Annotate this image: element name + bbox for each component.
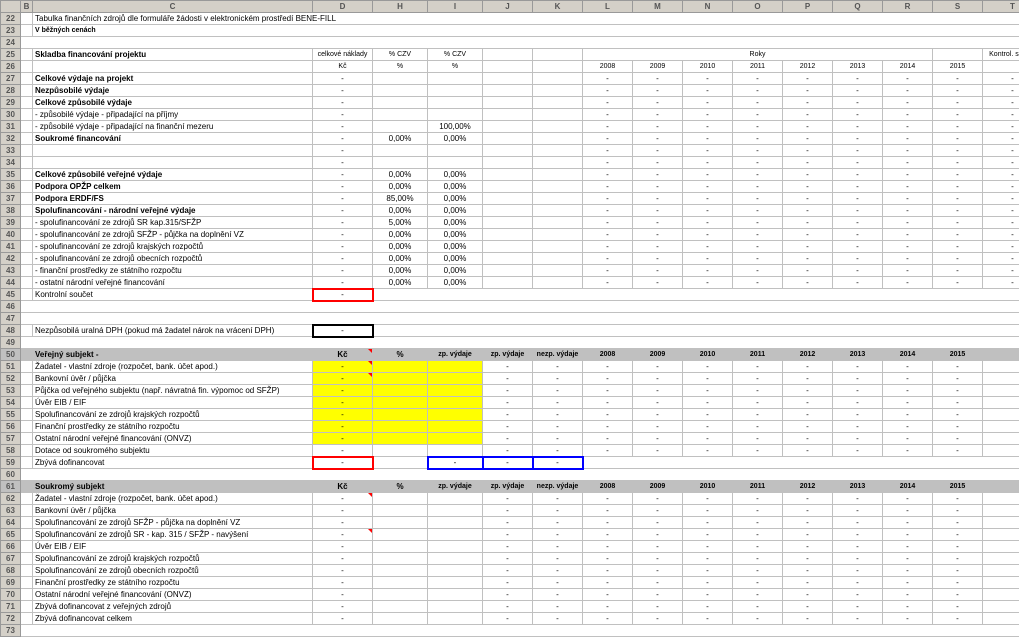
table-row[interactable]: 71Zbývá dofinancovat z veřejných zdrojů-… [1,601,1019,613]
table-row[interactable]: 34---------- [1,157,1019,169]
table-row[interactable]: 52Bankovní úvěr / půjčka----------- [1,373,1019,385]
table-row[interactable]: 58Dotace od soukromého subjektu---------… [1,445,1019,457]
table-row[interactable]: 30 - způsobilé výdaje - připadající na p… [1,109,1019,121]
spreadsheet-grid[interactable]: BCD HIJ KLM NOP QRS T 22 Tabulka finančn… [0,0,1019,637]
table-row[interactable]: 37Podpora ERDF/FS-85,00%0,00%--------- [1,193,1019,205]
table-row[interactable]: 38Spolufinancování - národní veřejné výd… [1,205,1019,217]
dph-cell[interactable]: - [313,325,373,337]
table-row[interactable]: 57Ostatní národní veřejné financování (O… [1,433,1019,445]
table-row[interactable]: 36Podpora OPŽP celkem-0,00%0,00%--------… [1,181,1019,193]
title-row[interactable]: 22 Tabulka finančních zdrojů dle formulá… [1,13,1019,25]
table-row[interactable]: 40 - spolufinancování ze zdrojů SFŽP - p… [1,229,1019,241]
table-row[interactable]: 70Ostatní národní veřejné financování (O… [1,589,1019,601]
kontrol-row[interactable]: 45 Kontrolní součet - [1,289,1019,301]
table-row[interactable]: 56Finanční prostředky ze státního rozpoč… [1,421,1019,433]
table-row[interactable]: 66Úvěr EIB / EIF----------- [1,541,1019,553]
page-title: Tabulka finančních zdrojů dle formuláře … [33,13,1019,25]
table-row[interactable]: 35Celkové způsobilé veřejné výdaje-0,00%… [1,169,1019,181]
table-row[interactable]: 55Spolufinancování ze zdrojů krajských r… [1,409,1019,421]
table-row[interactable]: 28Nezpůsobilé výdaje---------- [1,85,1019,97]
table-row[interactable]: 65Spolufinancování ze zdrojů SR - kap. 3… [1,529,1019,541]
table-row[interactable]: 44 - ostatní národní veřejné financování… [1,277,1019,289]
table-row[interactable]: 29Celkové způsobilé výdaje---------- [1,97,1019,109]
table-row[interactable]: 67Spolufinancování ze zdrojů krajských r… [1,553,1019,565]
kontrol-cell[interactable]: - [313,289,373,301]
column-headers[interactable]: BCD HIJ KLM NOP QRS T [1,1,1019,13]
subtitle-row[interactable]: 23 V běžných cenách [1,25,1019,37]
section2-header[interactable]: 50 Veřejný subjekt - Kč % zp. výdaje zp.… [1,349,1019,361]
table-row[interactable]: 54Úvěr EIB / EIF----------- [1,397,1019,409]
table-row[interactable]: 32Soukromé financování-0,00%0,00%-------… [1,133,1019,145]
section3-header[interactable]: 61 Soukromý subjekt Kč % zp. výdaje zp. … [1,481,1019,493]
table-row[interactable]: 53Půjčka od veřejného subjektu (např. ná… [1,385,1019,397]
table-row[interactable]: 69Finanční prostředky ze státního rozpoč… [1,577,1019,589]
table-row[interactable]: 63Bankovní úvěr / půjčka----------- [1,505,1019,517]
table-row[interactable]: 72Zbývá dofinancovat celkem----------- [1,613,1019,625]
table-row[interactable]: 39 - spolufinancování ze zdrojů SR kap.3… [1,217,1019,229]
table-row[interactable]: 41 - spolufinancování ze zdrojů krajskýc… [1,241,1019,253]
table-row[interactable]: 31 - způsobilé výdaje - připadající na f… [1,121,1019,133]
table-row[interactable]: 64Spolufinancování ze zdrojů SFŽP - půjč… [1,517,1019,529]
table-row[interactable]: 27Celkové výdaje na projekt---------- [1,73,1019,85]
dph-row[interactable]: 48 Nezpůsobilá uralná DPH (pokud má žada… [1,325,1019,337]
table-row[interactable]: 68Spolufinancování ze zdrojů obecních ro… [1,565,1019,577]
table-row[interactable]: 51Žadatel - vlastní zdroje (rozpočet, ba… [1,361,1019,373]
table-row[interactable]: 33---------- [1,145,1019,157]
table-row[interactable]: 42 - spolufinancování ze zdrojů obecních… [1,253,1019,265]
table-row[interactable]: 62Žadatel - vlastní zdroje (rozpočet, ba… [1,493,1019,505]
table-row[interactable]: 43 - finanční prostředky ze státního roz… [1,265,1019,277]
zbyva2-row[interactable]: 59 Zbývá dofinancovat - - - - [1,457,1019,469]
table-header-2[interactable]: 26 Kč % % 2008 2009 2010 2011 2012 2013 … [1,61,1019,73]
table-header-1[interactable]: 25 Skladba financování projektu celkové … [1,49,1019,61]
